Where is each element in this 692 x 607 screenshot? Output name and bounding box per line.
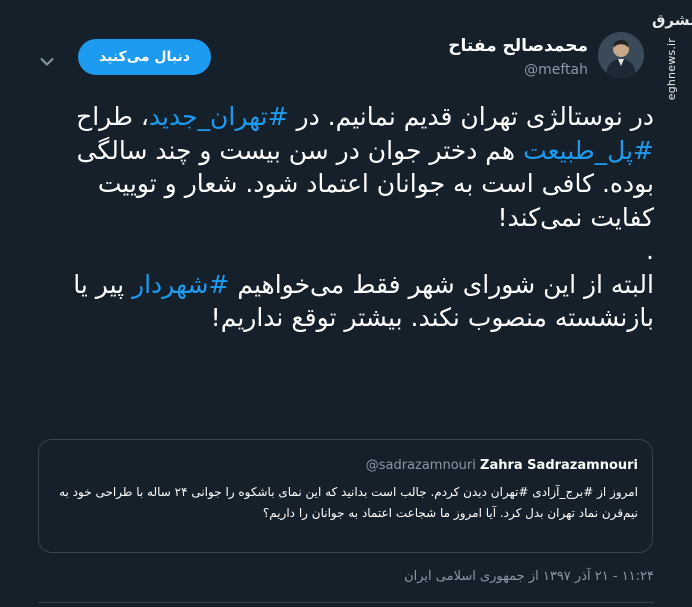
following-button[interactable]: دنبال می‌کنید (78, 39, 211, 75)
hashtag-link[interactable]: #تهران_جدید (149, 102, 289, 131)
tweet-card: مشرق mashreghnews.ir محمدصالح مفتاح @mef… (0, 0, 692, 607)
text-segment: ، طراح (76, 102, 149, 131)
quoted-tweet-handle: @sadrazamnouri (365, 458, 476, 473)
divider (38, 602, 654, 603)
tweet-date[interactable]: ۲۱ آذر ۱۳۹۷ (543, 569, 609, 584)
quoted-tweet-text: امروز از #برج_آزادی #تهران دیدن کردم. جا… (59, 485, 638, 520)
tweet-text: در نوستالژی تهران قدیم نمانیم. در #تهران… (38, 100, 654, 335)
watermark: مشرق mashreghnews.ir (648, 0, 692, 100)
hashtag-link[interactable]: #پل_طبیعت (523, 136, 654, 165)
quoted-tweet[interactable]: @sadrazamnouri Zahra Sadrazamnouri امروز… (38, 439, 653, 553)
tweet-location[interactable]: جمهوری اسلامی ایران (404, 569, 525, 584)
hashtag-link[interactable]: #شهردار (132, 270, 229, 299)
tweet-paragraph-1: در نوستالژی تهران قدیم نمانیم. در #تهران… (38, 100, 654, 234)
meta-separator: - (608, 569, 618, 584)
watermark-logo: مشرق (652, 11, 692, 29)
quoted-tweet-header: @sadrazamnouri Zahra Sadrazamnouri (366, 458, 638, 473)
author-name[interactable]: محمدصالح مفتاح (448, 36, 588, 56)
quoted-tweet-author: Zahra Sadrazamnouri (480, 458, 638, 473)
from-label: از (528, 569, 539, 584)
tweet-time[interactable]: ۱۱:۲۴ (622, 569, 654, 584)
text-segment: البته از این شورای شهر فقط می‌خواهیم (229, 269, 654, 299)
tweet-paragraph-2: البته از این شورای شهر فقط می‌خواهیم #شه… (38, 268, 654, 335)
chevron-down-icon[interactable] (40, 52, 54, 66)
author-handle[interactable]: @meftah (524, 62, 588, 78)
tweet-metadata: ۱۱:۲۴ - ۲۱ آذر ۱۳۹۷ از جمهوری اسلامی ایر… (404, 569, 654, 584)
tweet-separator-dot: . (646, 236, 654, 265)
avatar[interactable] (598, 32, 644, 78)
text-segment: در نوستالژی تهران قدیم نمانیم. در (288, 102, 654, 131)
watermark-url: mashreghnews.ir (665, 38, 678, 100)
